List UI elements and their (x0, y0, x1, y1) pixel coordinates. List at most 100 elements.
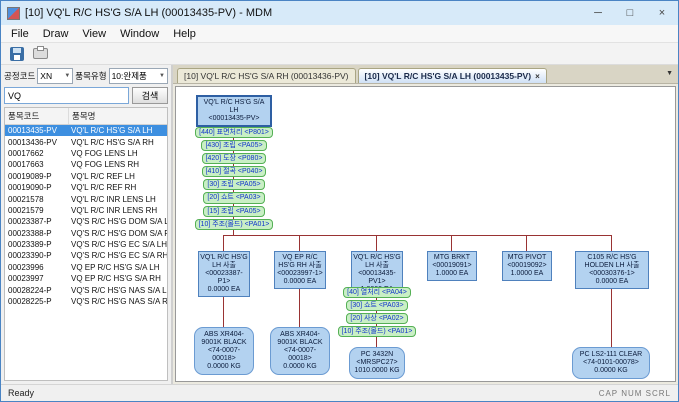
connector-line (611, 235, 612, 251)
item-code-cell: 00023390-P (5, 251, 69, 260)
operation-node[interactable]: [420] 도장 <P080> (202, 153, 267, 164)
table-row[interactable]: 00023996VQ EP R/C HS'G S/A LH (5, 262, 167, 273)
operation-node[interactable]: [15] 조립 <PA05> (203, 206, 264, 217)
child3-operations: [40] 열처리 <PA04> [30] 쇼트 <PA03> [20] 사상 <PA… (337, 287, 417, 337)
item-name-cell: VQ'L R/C REF RH (69, 183, 167, 192)
item-name-cell: VQ'S R/C HS'G DOM S/A RH (69, 229, 167, 238)
tab-active[interactable]: [10] VQ'L R/C HS'G S/A LH (00013435-PV)× (358, 68, 547, 83)
item-code-cell: 00028225-P (5, 297, 69, 306)
item-type-select[interactable]: 10:완제품 ▼ (109, 68, 168, 84)
tab-bar: [10] VQ'L R/C HS'G S/A RH (00013436-PV)[… (173, 65, 678, 84)
table-row[interactable]: 00023387-PVQ'S R/C HS'G DOM S/A LH (5, 216, 167, 227)
item-name-cell: VQ'S R/C HS'G DOM S/A LH (69, 217, 167, 226)
minimize-button[interactable]: ─ (582, 1, 614, 25)
material-node-2[interactable]: ABS XR404-9001K BLACK <74-0007-00018> 0.… (270, 327, 330, 375)
node-qty: 0.0000 KG (575, 367, 647, 375)
title-bar: [10] VQ'L R/C HS'G S/A LH (00013435-PV) … (1, 1, 678, 25)
table-row[interactable]: 00021579VQ'L R/C INR LENS RH (5, 205, 167, 216)
node-qty: 0.0000 EA (577, 278, 647, 286)
table-row[interactable]: 00021578VQ'L R/C INR LENS LH (5, 193, 167, 204)
node-name: ABS XR404-9001K BLACK (273, 331, 327, 347)
window-title: [10] VQ'L R/C HS'G S/A LH (00013435-PV) … (25, 7, 582, 19)
tab-list-dropdown-icon[interactable]: ▼ (666, 70, 673, 77)
table-row[interactable]: 00023997VQ EP R/C HS'G S/A RH (5, 273, 167, 284)
material-node-1[interactable]: ABS XR404-9001K BLACK <74-0007-00018> 0.… (194, 327, 254, 375)
table-row[interactable]: 00028225-PVQ'S R/C HS'G NAS S/A RH (5, 296, 167, 307)
menu-window[interactable]: Window (113, 27, 166, 41)
operation-node[interactable]: [40] 열처리 <PA04> (343, 287, 411, 298)
document-area: [10] VQ'L R/C HS'G S/A RH (00013436-PV)[… (173, 65, 678, 384)
operation-node[interactable]: [440] 표면처리 <P801> (195, 127, 273, 138)
column-header-item-code[interactable]: 품목코드 (5, 108, 69, 124)
search-button[interactable]: 검색 (132, 87, 168, 104)
table-row[interactable]: 00023388-PVQ'S R/C HS'G DOM S/A RH (5, 228, 167, 239)
menu-draw[interactable]: Draw (36, 27, 76, 41)
close-button[interactable]: × (646, 1, 678, 25)
diagram-node-child-2[interactable]: VQ EP R/C HS'G RH 사출 <00023997-1> 0.0000… (274, 251, 326, 289)
operation-node[interactable]: [30] 조립 <PA05> (203, 179, 264, 190)
connector-line (526, 235, 527, 251)
tab-label: [10] VQ'L R/C HS'G S/A LH (00013435-PV) (365, 71, 532, 81)
diagram-root-node[interactable]: VQ'L R/C HS'G S/A LH <00013435-PV> (196, 95, 272, 127)
table-row[interactable]: 00023390-PVQ'S R/C HS'G EC S/A RH (5, 250, 167, 261)
node-name: VQ'L R/C HS'G LH 사출 (200, 254, 248, 270)
item-name-cell: VQ'L R/C INR LENS LH (69, 195, 167, 204)
node-code: <74-0101-00078> (575, 359, 647, 367)
diagram-node-child-1[interactable]: VQ'L R/C HS'G LH 사출 <00023387-P1> 0.0000… (198, 251, 250, 297)
item-type-value: 10:완제품 (112, 70, 147, 82)
table-row[interactable]: 00017663VQ FOG LENS RH (5, 159, 167, 170)
table-row[interactable]: 00028224-PVQ'S R/C HS'G NAS S/A LH (5, 284, 167, 295)
node-name: C105 R/C HS'G HOLDEN LH 사출 (577, 254, 647, 270)
node-name: MTG BRKT (429, 254, 475, 262)
table-row[interactable]: 00013436-PVVQ'L R/C HS'G S/A RH (5, 136, 167, 147)
operation-node[interactable]: [20] 사상 <PA02> (346, 313, 407, 324)
node-name: VQ'L R/C HS'G LH 사출 (353, 254, 401, 270)
tab[interactable]: [10] VQ'L R/C HS'G S/A RH (00013436-PV) (177, 68, 356, 83)
node-code: <00030376-1> (577, 270, 647, 278)
material-node-4[interactable]: PC LS2-111 CLEAR <74-0101-00078> 0.0000 … (572, 347, 650, 379)
item-name-cell: VQ'S R/C HS'G NAS S/A RH (69, 297, 167, 306)
operation-node[interactable]: [30] 쇼트 <PA03> (346, 300, 407, 311)
search-input[interactable] (4, 87, 129, 104)
node-qty: 0.0000 KG (273, 363, 327, 371)
item-code-cell: 00023996 (5, 263, 69, 272)
table-row[interactable]: 00023389-PVQ'S R/C HS'G EC S/A LH (5, 239, 167, 250)
menu-file[interactable]: File (4, 27, 36, 41)
menu-bar: FileDrawViewWindowHelp (1, 25, 678, 43)
material-node-3[interactable]: PC 3432N <MRSPC27> 1010.0000 KG (349, 347, 405, 379)
operation-node[interactable]: [10] 주조(몰드) <PA01> (195, 219, 274, 230)
node-name: VQ EP R/C HS'G RH 사출 (276, 254, 324, 270)
operation-node[interactable]: [20] 쇼트 <PA03> (203, 192, 264, 203)
operation-node[interactable]: [10] 주조(몰드) <PA01> (338, 326, 417, 337)
diagram-node-child-5[interactable]: MTG PIVOT <00019092> 1.0000 EA (502, 251, 552, 281)
item-code-cell: 00017663 (5, 160, 69, 169)
item-name-cell: VQ'L R/C HS'G S/A RH (69, 138, 167, 147)
diagram-node-child-6[interactable]: C105 R/C HS'G HOLDEN LH 사출 <00030376-1> … (575, 251, 649, 289)
table-row[interactable]: 00019089-PVQ'L R/C REF LH (5, 171, 167, 182)
status-text: Ready (8, 388, 34, 398)
table-row[interactable]: 00013435-PVVQ'L R/C HS'G S/A LH (5, 125, 167, 136)
table-row[interactable]: 00019090-PVQ'L R/C REF RH (5, 182, 167, 193)
process-code-select[interactable]: XN ▼ (37, 68, 73, 84)
operation-node[interactable]: [410] 절곡 <P040> (202, 166, 267, 177)
chevron-down-icon: ▼ (159, 73, 165, 79)
item-name-cell: VQ'S R/C HS'G EC S/A LH (69, 240, 167, 249)
node-code: <74-0007-00018> (273, 347, 327, 363)
node-code: <MRSPC27> (352, 359, 402, 367)
print-button[interactable] (31, 45, 49, 63)
process-code-label: 공정코드 (4, 70, 35, 82)
tab-close-icon[interactable]: × (535, 72, 540, 81)
connector-line (224, 235, 612, 236)
table-row[interactable]: 00017662VQ FOG LENS LH (5, 148, 167, 159)
item-search-panel: 공정코드 XN ▼ 품목유형 10:완제품 ▼ 검색 품목코드 품목명 (1, 65, 173, 384)
operation-node[interactable]: [430] 조립 <PA05> (201, 140, 266, 151)
column-header-item-name[interactable]: 품목명 (69, 108, 167, 124)
diagram-node-child-4[interactable]: MTG BRKT <00019091> 1.0000 EA (427, 251, 477, 281)
item-code-cell: 00023387-P (5, 217, 69, 226)
save-button[interactable] (8, 45, 26, 63)
menu-help[interactable]: Help (166, 27, 203, 41)
node-qty: 1010.0000 KG (352, 367, 402, 375)
app-icon (7, 7, 20, 20)
maximize-button[interactable]: □ (614, 1, 646, 25)
menu-view[interactable]: View (75, 27, 113, 41)
